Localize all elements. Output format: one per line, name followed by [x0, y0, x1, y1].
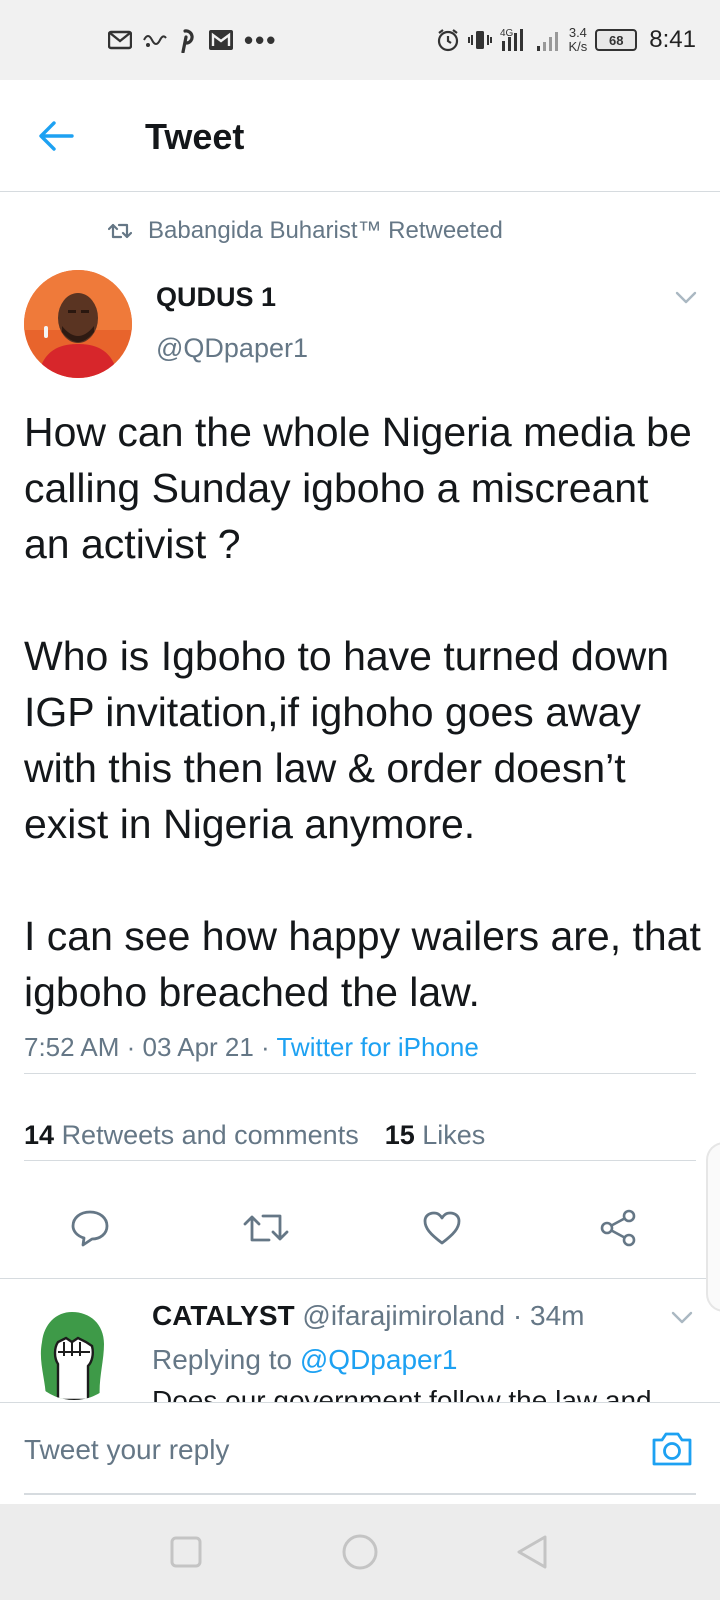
divider [0, 1278, 720, 1279]
alarm-icon [436, 28, 460, 52]
reply-avatar[interactable] [24, 1300, 124, 1400]
tweet-source-link[interactable]: Twitter for iPhone [276, 1032, 478, 1062]
tweet-date: 03 Apr 21 [142, 1032, 254, 1062]
composer-underline [24, 1493, 696, 1495]
clock: 8:41 [649, 26, 696, 53]
reply-header: CATALYST @ifarajimiroland · 34m [152, 1300, 584, 1332]
retweet-context-label: Babangida Buharist™ Retweeted [148, 217, 503, 244]
likes-stat[interactable]: 15 Likes [385, 1120, 486, 1151]
reply-composer [0, 1402, 720, 1498]
author-name[interactable]: QUDUS 1 [156, 282, 276, 313]
tweet-text: How can the whole Nigeria media be calli… [24, 409, 701, 1015]
chevron-down-icon [675, 291, 697, 304]
more-notifications-icon: ••• [244, 24, 278, 55]
page-title: Tweet [145, 116, 245, 157]
pinterest-icon [178, 27, 198, 53]
retweets-count: 14 [24, 1120, 55, 1150]
like-button[interactable] [416, 1202, 468, 1254]
tweet-meta: 7:52 AM · 03 Apr 21 · Twitter for iPhone [24, 1032, 479, 1063]
top-app-bar: Tweet [0, 80, 720, 192]
tweet-menu-button[interactable] [670, 286, 702, 310]
back-nav-button[interactable] [508, 1528, 556, 1576]
signal-icon [536, 28, 560, 52]
back-button[interactable] [34, 114, 78, 158]
notification-icons: ••• [108, 24, 277, 56]
battery-indicator: 68 [595, 29, 638, 51]
replying-to: Replying to @QDpaper1 [152, 1344, 457, 1376]
app-notification-icon [142, 30, 168, 50]
home-button[interactable] [336, 1528, 384, 1576]
heart-icon [423, 1211, 461, 1245]
author-handle[interactable]: @QDpaper1 [156, 333, 308, 364]
replying-to-mention[interactable]: @QDpaper1 [300, 1344, 458, 1375]
camera-button[interactable] [648, 1425, 696, 1473]
divider [24, 1160, 696, 1161]
reply-input[interactable] [24, 1425, 624, 1475]
author-avatar[interactable] [24, 270, 132, 378]
retweet-context[interactable]: Babangida Buharist™ Retweeted [108, 214, 503, 248]
system-icons: 4G 3.4 K/s 68 8:41 [436, 22, 696, 58]
retweet-icon [108, 223, 132, 239]
tweet-stats: 14 Retweets and comments 15 Likes [24, 1120, 485, 1151]
arrow-left-icon [39, 121, 74, 151]
share-button[interactable] [592, 1202, 644, 1254]
reply-button[interactable] [64, 1202, 116, 1254]
retweets-stat[interactable]: 14 Retweets and comments [24, 1120, 359, 1151]
tweet-time: 7:52 AM [24, 1032, 120, 1062]
vibrate-icon [468, 29, 493, 51]
edge-panel-handle[interactable] [706, 1142, 720, 1312]
tweet-actions [0, 1206, 720, 1256]
triangle-back-icon [517, 1535, 547, 1569]
status-bar: ••• 4G 3.4 K/s 68 8:41 [0, 0, 720, 80]
share-icon [600, 1209, 636, 1247]
camera-icon [652, 1432, 692, 1466]
likes-label: Likes [422, 1120, 486, 1150]
reply-text[interactable]: Does our government follow the law and [152, 1384, 652, 1402]
retweet-button[interactable] [240, 1202, 292, 1254]
system-nav-bar [0, 1504, 720, 1600]
reply-author-handle[interactable]: @ifarajimiroland [302, 1300, 505, 1331]
chevron-down-icon [671, 1311, 693, 1324]
signal-4g-icon: 4G [500, 27, 528, 53]
replying-to-label: Replying to [152, 1344, 293, 1375]
reply-time: · 34m [512, 1300, 585, 1331]
network-speed: 3.4 K/s [568, 25, 588, 54]
likes-count: 15 [384, 1120, 415, 1150]
retweet-icon [243, 1214, 289, 1242]
retweets-label: Retweets and comments [61, 1120, 359, 1150]
svg-text:4G: 4G [500, 28, 514, 39]
meta-separator-2: · [253, 1032, 277, 1062]
reply-author-name[interactable]: CATALYST [152, 1300, 295, 1331]
recents-button[interactable] [162, 1528, 210, 1576]
divider [24, 1073, 696, 1074]
circle-icon [342, 1534, 378, 1570]
comment-icon [71, 1210, 109, 1247]
square-icon [170, 1536, 202, 1568]
meta-separator: · [119, 1032, 143, 1062]
reply-menu-button[interactable] [666, 1306, 698, 1330]
gmail-icon [108, 30, 132, 50]
gmail-icon-2 [208, 29, 234, 51]
